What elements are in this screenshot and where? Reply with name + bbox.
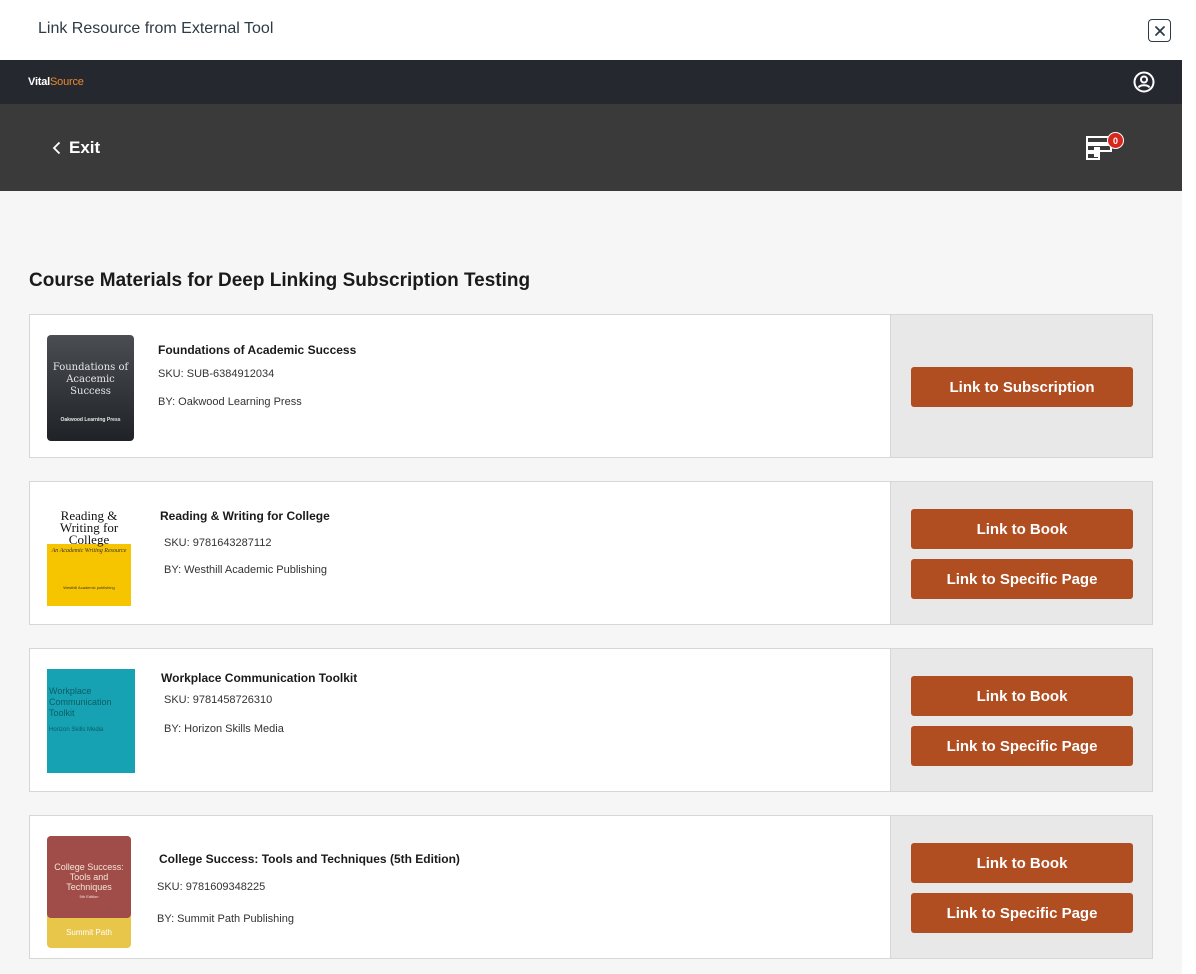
cover-subtitle: An Academic Writing Resource — [51, 548, 127, 554]
cover-publisher: Summit Path — [66, 928, 112, 937]
main-content: Course Materials for Deep Linking Subscr… — [0, 191, 1182, 974]
exit-button[interactable]: Exit — [52, 138, 100, 158]
book-publisher: BY: Westhill Academic Publishing — [164, 564, 328, 576]
resource-card: Foundations of Acacemic Success Oakwood … — [29, 314, 1153, 458]
card-actions: Link to Book Link to Specific Page — [890, 816, 1152, 958]
link-to-book-button[interactable]: Link to Book — [911, 676, 1133, 716]
card-actions: Link to Book Link to Specific Page — [890, 482, 1152, 624]
book-info: Foundations of Academic Success — [158, 343, 356, 357]
book-title: College Success: Tools and Techniques (5… — [159, 852, 460, 866]
book-publisher: BY: Summit Path Publishing — [157, 913, 294, 925]
book-title: Workplace Communication Toolkit — [161, 671, 358, 685]
page-title: Course Materials for Deep Linking Subscr… — [29, 270, 531, 291]
close-button[interactable] — [1148, 19, 1171, 42]
book-sku: SKU: 9781643287112 — [164, 537, 272, 549]
link-to-subscription-button[interactable]: Link to Subscription — [911, 367, 1133, 407]
account-icon[interactable] — [1133, 71, 1155, 93]
chevron-left-icon — [52, 141, 61, 155]
cover-title: Foundations of Acacemic Success — [52, 362, 129, 397]
cover-publisher: Oakwood Learning Press — [60, 417, 121, 423]
selected-items-button[interactable]: 0 — [1083, 131, 1129, 165]
link-to-book-button[interactable]: Link to Book — [911, 509, 1133, 549]
book-cover: Workplace Communication Toolkit Horizon … — [47, 669, 135, 773]
vitalsource-header: VitalSource — [0, 60, 1182, 104]
resource-card: Workplace Communication Toolkit Horizon … — [29, 648, 1153, 792]
resource-card: Reading & Writing for College An Academi… — [29, 481, 1153, 625]
book-sku: SKU: SUB-6384912034 — [158, 368, 275, 380]
cover-title: College Success: Tools and Techniques — [54, 862, 124, 892]
book-info: College Success: Tools and Techniques (5… — [159, 852, 460, 866]
book-publisher: BY: Oakwood Learning Press — [158, 396, 302, 408]
link-to-specific-page-button[interactable]: Link to Specific Page — [911, 726, 1133, 766]
card-actions: Link to Subscription — [890, 315, 1152, 457]
book-sku: SKU: 9781609348225 — [157, 881, 266, 893]
book-sku: SKU: 9781458726310 — [164, 694, 273, 706]
book-cover: College Success: Tools and Techniques 5t… — [47, 836, 131, 948]
card-actions: Link to Book Link to Specific Page — [890, 649, 1152, 791]
dialog-header: Link Resource from External Tool — [0, 0, 1196, 60]
book-title: Reading & Writing for College — [160, 509, 330, 523]
link-to-book-button[interactable]: Link to Book — [911, 843, 1133, 883]
cover-publisher: Horizon Skills Media — [49, 727, 104, 733]
item-count-badge: 0 — [1107, 132, 1124, 149]
book-cover: Reading & Writing for College An Academi… — [47, 508, 131, 606]
resource-card: College Success: Tools and Techniques 5t… — [29, 815, 1153, 959]
cover-publisher: Westhill Academic publishing — [63, 585, 115, 590]
link-to-specific-page-button[interactable]: Link to Specific Page — [911, 559, 1133, 599]
book-publisher: BY: Horizon Skills Media — [164, 723, 284, 735]
close-icon — [1154, 25, 1165, 36]
exit-label: Exit — [69, 138, 101, 157]
dialog-title: Link Resource from External Tool — [38, 20, 274, 37]
cover-edition: 5th Edition — [79, 894, 99, 899]
cover-title: Workplace Communication Toolkit — [49, 686, 112, 718]
link-to-specific-page-button[interactable]: Link to Specific Page — [911, 893, 1133, 933]
book-cover: Foundations of Acacemic Success Oakwood … — [47, 335, 134, 441]
vitalsource-logo: VitalSource — [28, 76, 84, 88]
book-info: Workplace Communication Toolkit — [161, 671, 357, 685]
nav-bar: Exit 0 — [0, 104, 1182, 191]
book-title: Foundations of Academic Success — [158, 343, 357, 357]
book-info: Reading & Writing for College — [160, 509, 330, 523]
cover-title: Reading & Writing for College — [59, 508, 119, 547]
